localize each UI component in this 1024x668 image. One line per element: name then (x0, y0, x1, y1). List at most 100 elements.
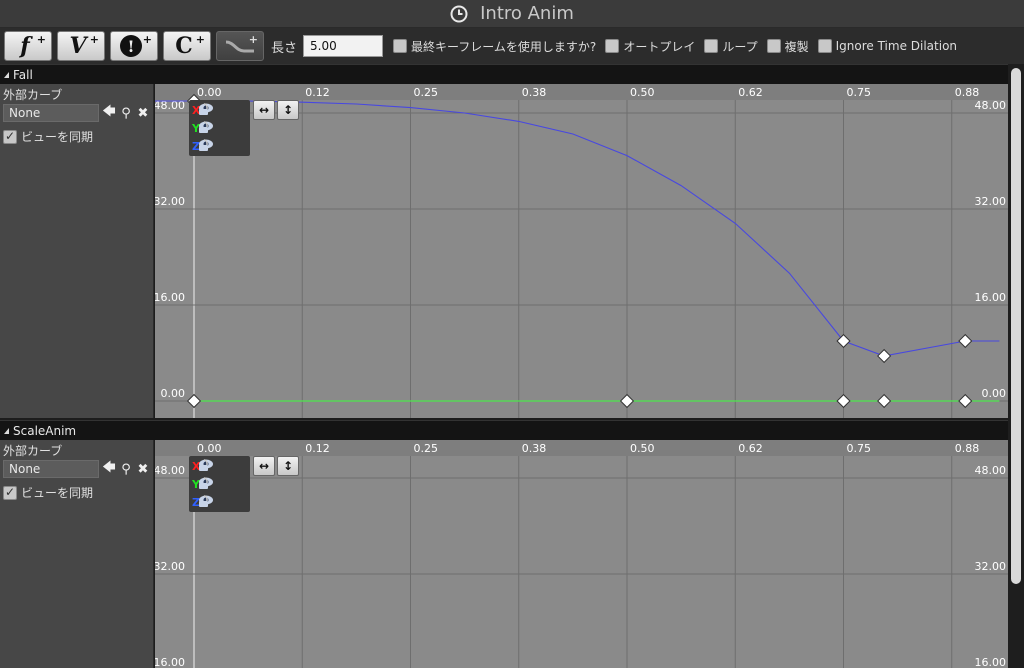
add-event-track-icon: ! (120, 35, 142, 57)
time-tick-label: 0.38 (522, 442, 547, 455)
sync-view-checkbox[interactable]: ビューを同期 (3, 128, 93, 145)
curve-visibility-panel: X Y Z (189, 100, 250, 156)
add-color-track-button[interactable]: C + (163, 31, 211, 61)
fit-horizontal-button[interactable]: ↔ (253, 100, 275, 120)
time-ruler (155, 440, 1008, 456)
lock-icon[interactable] (197, 138, 211, 152)
curve-row-x: X (192, 102, 213, 118)
time-tick-label: 0.12 (305, 86, 330, 99)
length-label: 長さ (271, 40, 298, 56)
add-curve-track-button[interactable]: + (216, 31, 264, 61)
use-selected-arrow-icon[interactable]: 🡄 (102, 460, 116, 478)
collapse-triangle-icon[interactable] (4, 427, 9, 434)
value-tick-label: 32.00 (155, 560, 185, 573)
add-float-track-button[interactable]: f + (4, 31, 52, 61)
checkbox-checked-box[interactable] (3, 129, 17, 144)
lock-icon[interactable] (197, 476, 211, 490)
length-input[interactable]: 5.00 (303, 35, 384, 57)
checkbox-box[interactable] (605, 39, 620, 53)
time-tick-label: 0.75 (847, 86, 872, 99)
graph-background (155, 84, 1008, 418)
fit-vertical-button[interactable]: ↕ (277, 456, 299, 476)
value-tick-label: 32.00 (155, 195, 185, 208)
fit-horizontal-button[interactable]: ↔ (253, 456, 275, 476)
sync-view-checkbox[interactable]: ビューを同期 (3, 484, 93, 501)
add-float-track-icon: f (20, 33, 30, 59)
lock-icon[interactable] (197, 494, 211, 508)
add-vector-track-button[interactable]: V + (57, 31, 105, 61)
curve-row-y: Y (192, 120, 213, 136)
time-ruler (155, 84, 1008, 100)
add-event-track-button[interactable]: ! + (110, 31, 158, 61)
track-header-fall[interactable]: Fall (0, 64, 1008, 84)
checkbox-box[interactable] (766, 39, 781, 53)
plus-icon: + (89, 33, 99, 46)
checkbox-box[interactable] (704, 39, 719, 53)
value-tick-label: 0.00 (161, 387, 186, 400)
clear-close-icon[interactable]: ✖ (136, 460, 150, 478)
curve-visibility-panel: X Y Z (189, 456, 250, 512)
value-tick-label: 0.00 (982, 387, 1007, 400)
time-tick-label: 0.62 (738, 86, 763, 99)
track-header-scaleanim[interactable]: ScaleAnim (0, 420, 1008, 440)
value-tick-label: 16.00 (155, 656, 185, 668)
checkbox-checked-box[interactable] (3, 485, 17, 500)
plus-icon: + (36, 33, 46, 46)
time-tick-label: 0.88 (955, 86, 980, 99)
clear-close-icon[interactable]: ✖ (136, 104, 150, 122)
checkbox-box[interactable] (817, 39, 832, 53)
replicated-checkbox[interactable]: 複製 (766, 38, 809, 55)
add-color-track-icon: C (175, 33, 193, 59)
checkbox-label: 複製 (784, 39, 809, 54)
time-tick-label: 0.12 (305, 442, 330, 455)
curve-row-x: X (192, 458, 213, 474)
checkbox-box[interactable] (393, 39, 408, 53)
collapse-triangle-icon[interactable] (4, 71, 9, 78)
curve-graph-fall[interactable]: 0.00 0.12 0.25 0.38 0.50 0.62 0.75 0.88 48.00 48.… (155, 84, 1008, 418)
time-tick-label: 0.88 (955, 442, 980, 455)
sync-view-label: ビューを同期 (21, 486, 94, 500)
browse-search-icon[interactable]: ⚲ (119, 460, 133, 478)
value-tick-label: 16.00 (975, 656, 1007, 668)
plus-icon: + (195, 33, 205, 46)
lock-icon[interactable] (197, 120, 211, 134)
time-tick-label: 0.62 (738, 442, 763, 455)
value-tick-label: 48.00 (975, 464, 1007, 477)
curve-row-z: Z (192, 494, 213, 510)
time-tick-label: 0.50 (630, 442, 655, 455)
timeline-toolbar: f + V + ! + C + + 長さ 5.00 最終キーフレームを使用します… (0, 28, 1024, 64)
checkbox-label: ループ (722, 39, 758, 54)
value-tick-label: 32.00 (975, 560, 1007, 573)
checkbox-label: オートプレイ (623, 39, 696, 54)
fit-vertical-button[interactable]: ↕ (277, 100, 299, 120)
track-name: ScaleAnim (13, 423, 77, 438)
track-name: Fall (13, 67, 33, 82)
value-tick-label: 32.00 (975, 195, 1007, 208)
curve-graph-svg[interactable]: 0.00 0.12 0.25 0.38 0.50 0.62 0.75 0.8848.00 48.… (155, 84, 1008, 418)
external-curve-label: 外部カーブ (3, 444, 63, 458)
use-selected-arrow-icon[interactable]: 🡄 (102, 104, 116, 122)
plus-icon: + (248, 33, 258, 46)
loop-checkbox[interactable]: ループ (704, 38, 758, 55)
time-tick-label: 0.25 (414, 442, 439, 455)
lock-icon[interactable] (197, 102, 211, 116)
vertical-scrollbar[interactable] (1008, 64, 1024, 668)
browse-search-icon[interactable]: ⚲ (119, 104, 133, 122)
lock-icon[interactable] (197, 458, 211, 472)
window-title: Intro Anim (480, 3, 574, 24)
value-tick-label: 48.00 (155, 464, 185, 477)
curve-graph-scaleanim[interactable]: 0.00 0.12 0.25 0.38 0.50 0.62 0.75 0.88 48.00 48.… (155, 440, 1008, 668)
external-curve-field[interactable]: None (3, 104, 99, 122)
checkbox-label: 最終キーフレームを使用しますか? (411, 39, 597, 54)
value-tick-label: 16.00 (155, 291, 185, 304)
use-last-keyframe-checkbox[interactable]: 最終キーフレームを使用しますか? (393, 38, 596, 55)
track-settings-panel-fall: 外部カーブ None 🡄 ⚲ ✖ ビューを同期 (0, 84, 154, 418)
ignore-time-dilation-checkbox[interactable]: Ignore Time Dilation (817, 39, 958, 53)
scrollbar-thumb[interactable] (1011, 68, 1021, 584)
time-tick-label: 0.50 (630, 86, 655, 99)
autoplay-checkbox[interactable]: オートプレイ (605, 38, 695, 55)
checkbox-label: Ignore Time Dilation (835, 39, 958, 53)
curve-row-y: Y (192, 476, 213, 492)
time-tick-label: 0.00 (197, 86, 222, 99)
external-curve-field[interactable]: None (3, 460, 99, 478)
